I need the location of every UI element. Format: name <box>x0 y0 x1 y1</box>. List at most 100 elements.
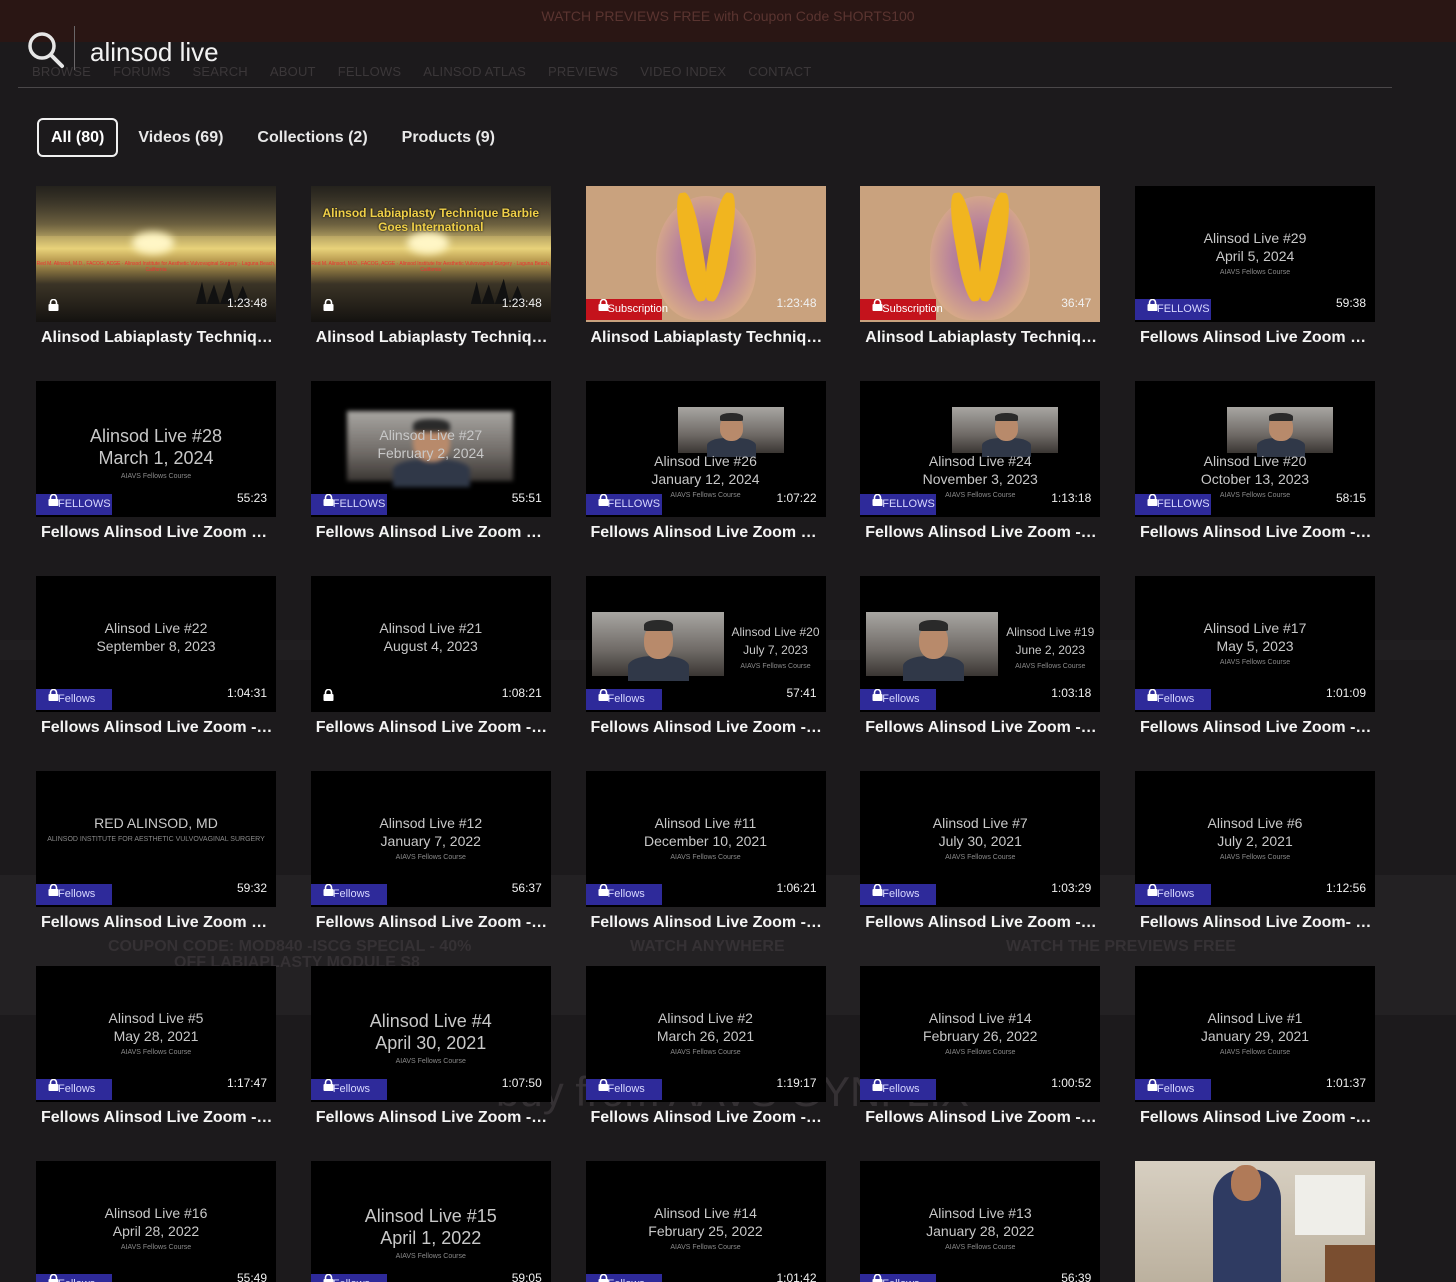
video-card[interactable]: Alinsod Live #26 January 12, 2024 AIAVS Fe… <box>585 381 826 541</box>
video-thumbnail[interactable]: Alinsod Live #14 February 25, 2022 AIAVS F… <box>585 1161 826 1282</box>
video-card[interactable]: Alinsod Live #13 January 28, 2022 AIAVS Fe… <box>860 1161 1101 1282</box>
video-thumbnail[interactable] <box>1135 1161 1375 1282</box>
video-title[interactable]: Fellows Alinsod Live Zoom - ... <box>41 719 273 737</box>
video-card[interactable]: Red M. Alinsod, M.D., FACOG, ACGE · Alin… <box>36 186 276 346</box>
video-title[interactable]: Alinsod Labiaplasty Techniqu... <box>865 329 1097 347</box>
video-card[interactable]: Subscription 1:23:48 Alinsod Labiaplasty T… <box>585 186 826 346</box>
video-title[interactable]: Fellows Alinsod Live Zoom - ... <box>316 914 548 932</box>
video-title[interactable]: Fellows Alinsod Live Zoom #... <box>591 524 823 542</box>
video-card[interactable]: Alinsod Live #17 May 5, 2023 AIAVS Fellows… <box>1135 576 1375 736</box>
video-thumbnail[interactable]: Alinsod Live #1 January 29, 2021 AIAVS Fel… <box>1135 966 1375 1102</box>
video-thumbnail[interactable]: Alinsod Live #17 May 5, 2023 AIAVS Fellows… <box>1135 576 1375 712</box>
video-thumbnail[interactable]: Alinsod Live #24 November 3, 2023 AIAVS Fe… <box>860 381 1101 517</box>
video-card[interactable]: Alinsod Live #21 August 4, 2023 1:08:21 Fel… <box>310 576 551 736</box>
video-title[interactable]: Fellows Alinsod Live Zoom - ... <box>865 524 1097 542</box>
video-card[interactable]: Alinsod Live #19 June 2, 2023 AIAVS Fellow… <box>860 576 1101 736</box>
video-title[interactable]: Fellows Alinsod Live Zoom - ... <box>591 914 823 932</box>
video-duration: 58:15 <box>1335 491 1366 505</box>
video-thumbnail[interactable]: Alinsod Live #6 July 2, 2021 AIAVS Fellows… <box>1135 771 1375 907</box>
video-card[interactable]: Alinsod Live #28 March 1, 2024 AIAVS Fello… <box>36 381 276 541</box>
video-title[interactable]: Alinsod Labiaplasty Techniqu... <box>316 329 548 347</box>
thumbnail-date: April 1, 2022 <box>380 1228 482 1248</box>
video-title[interactable]: Fellows Alinsod Live Zoom #... <box>41 914 273 932</box>
video-card[interactable]: Alinsod Live #14 February 26, 2022 AIAVS F… <box>860 966 1101 1126</box>
video-thumbnail[interactable]: Subscription 36:47 <box>860 186 1101 322</box>
video-title[interactable]: Fellows Alinsod Live Zoom - ... <box>591 1109 823 1127</box>
thumbnail-title: Alinsod Live #21 <box>379 620 483 636</box>
video-thumbnail[interactable]: Alinsod Live #20 July 7, 2023 AIAVS Fellow… <box>585 576 826 712</box>
video-title[interactable]: Fellows Alinsod Live Zoom - ... <box>591 719 823 737</box>
video-thumbnail[interactable]: Alinsod Live #22 September 8, 2023 Fellows… <box>36 576 276 712</box>
video-thumbnail[interactable]: Alinsod Live #19 June 2, 2023 AIAVS Fellow… <box>860 576 1101 712</box>
video-card[interactable]: Alinsod Live #7 July 30, 2021 AIAVS Fellow… <box>860 771 1101 931</box>
video-card[interactable]: Red M. Alinsod, M.D., FACOG, ACGE · Alin… <box>310 186 551 346</box>
video-thumbnail[interactable]: Alinsod Live #12 January 7, 2022 AIAVS Fel… <box>310 771 551 907</box>
thumbnail-text: Alinsod Live #12 January 7, 2022 AIAVS Fel… <box>311 815 551 861</box>
video-thumbnail[interactable]: Alinsod Live #27 February 2, 2024 FELLOWS 5… <box>310 381 551 517</box>
video-card[interactable]: Alinsod Live #1 January 29, 2021 AIAVS Fel… <box>1135 966 1375 1126</box>
video-card[interactable]: Alinsod Live #15 April 1, 2022 AIAVS Fello… <box>310 1161 551 1282</box>
video-title[interactable]: Fellows Alinsod Live Zoom #... <box>1140 329 1372 347</box>
video-card[interactable]: Alinsod Live #12 January 7, 2022 AIAVS Fel… <box>310 771 551 931</box>
thumbnail-title: Alinsod Live #1 <box>1207 1010 1303 1026</box>
lock-icon <box>872 298 883 311</box>
video-thumbnail[interactable]: RED ALINSOD, MD ALINSOD INSTITUTE FOR AES… <box>36 771 276 907</box>
tab-videos[interactable]: Videos (69) <box>124 118 237 157</box>
video-card[interactable]: Alinsod Live #29 April 5, 2024 AIAVS Fello… <box>1135 186 1375 346</box>
thumbnail-subtitle: AIAVS Fellows Course <box>1219 854 1291 861</box>
video-card[interactable] <box>1135 1161 1375 1282</box>
video-title[interactable]: Fellows Alinsod Live Zoom- J... <box>1140 914 1372 932</box>
video-title[interactable]: Fellows Alinsod Live Zoom - ... <box>1140 1109 1372 1127</box>
video-thumbnail[interactable]: Alinsod Live #2 March 26, 2021 AIAVS Fello… <box>585 966 826 1102</box>
video-thumbnail[interactable]: Subscription 1:23:48 <box>585 186 826 322</box>
tab-all[interactable]: All (80) <box>37 118 119 157</box>
video-thumbnail[interactable]: Alinsod Live #28 March 1, 2024 AIAVS Fello… <box>36 381 276 517</box>
video-thumbnail[interactable]: Alinsod Live #14 February 26, 2022 AIAVS F… <box>860 966 1101 1102</box>
video-card[interactable]: Alinsod Live #22 September 8, 2023 Fellows… <box>36 576 276 736</box>
video-thumbnail[interactable]: Alinsod Live #20 October 13, 2023 AIAVS Fe… <box>1135 381 1375 517</box>
video-title[interactable]: Fellows Alinsod Live Zoom #... <box>41 524 273 542</box>
video-card[interactable]: Alinsod Live #5 May 28, 2021 AIAVS Fellows… <box>36 966 276 1126</box>
video-thumbnail[interactable]: Alinsod Live #4 April 30, 2021 AIAVS Fello… <box>310 966 551 1102</box>
video-thumbnail[interactable]: Alinsod Live #15 April 1, 2022 AIAVS Fello… <box>310 1161 551 1282</box>
video-thumbnail[interactable]: Alinsod Live #7 July 30, 2021 AIAVS Fellow… <box>860 771 1101 907</box>
video-title[interactable]: Fellows Alinsod Live Zoom - ... <box>1140 524 1372 542</box>
video-title[interactable]: Fellows Alinsod Live Zoom - ... <box>865 719 1097 737</box>
video-card[interactable]: Alinsod Live #2 March 26, 2021 AIAVS Fello… <box>585 966 826 1126</box>
video-thumbnail[interactable]: Red M. Alinsod, M.D., FACOG, ACGE · Alin… <box>36 186 276 322</box>
video-title[interactable]: Alinsod Labiaplasty Techniqu... <box>41 329 273 347</box>
video-title[interactable]: Fellows Alinsod Live Zoom - ... <box>865 1109 1097 1127</box>
video-title[interactable]: Fellows Alinsod Live Zoom - ... <box>1140 719 1372 737</box>
video-title[interactable]: Fellows Alinsod Live Zoom #... <box>316 524 548 542</box>
video-card[interactable]: Alinsod Live #6 July 2, 2021 AIAVS Fellows… <box>1135 771 1375 931</box>
video-thumbnail[interactable]: Alinsod Live #26 January 12, 2024 AIAVS Fe… <box>585 381 826 517</box>
video-thumbnail[interactable]: Alinsod Live #13 January 28, 2022 AIAVS Fe… <box>860 1161 1101 1282</box>
video-title[interactable]: Fellows Alinsod Live Zoom - ... <box>865 914 1097 932</box>
video-title[interactable]: Fellows Alinsod Live Zoom - ... <box>316 1109 548 1127</box>
video-thumbnail[interactable]: Alinsod Live #11 December 10, 2021 AIAVS F… <box>585 771 826 907</box>
video-title[interactable]: Alinsod Labiaplasty Techniqu... <box>591 329 823 347</box>
video-card[interactable]: Alinsod Live #27 February 2, 2024 FELLOWS 5… <box>310 381 551 541</box>
video-duration: 59:05 <box>511 1271 542 1282</box>
video-card[interactable]: Alinsod Live #20 October 13, 2023 AIAVS Fe… <box>1135 381 1375 541</box>
video-card[interactable]: Alinsod Live #20 July 7, 2023 AIAVS Fellow… <box>585 576 826 736</box>
tab-collections[interactable]: Collections (2) <box>243 118 381 157</box>
video-card[interactable]: Alinsod Live #11 December 10, 2021 AIAVS F… <box>585 771 826 931</box>
video-card[interactable]: Alinsod Live #16 April 28, 2022 AIAVS Fell… <box>36 1161 276 1282</box>
video-thumbnail[interactable]: Alinsod Live #21 August 4, 2023 1:08:21 <box>310 576 551 712</box>
video-title[interactable]: Fellows Alinsod Live Zoom - ... <box>316 719 548 737</box>
video-thumbnail[interactable]: Alinsod Live #16 April 28, 2022 AIAVS Fell… <box>36 1161 276 1282</box>
video-card[interactable]: Alinsod Live #24 November 3, 2023 AIAVS Fe… <box>860 381 1101 541</box>
video-title[interactable]: Fellows Alinsod Live Zoom - ... <box>41 1109 273 1127</box>
video-card[interactable]: Alinsod Live #14 February 25, 2022 AIAVS F… <box>585 1161 826 1282</box>
video-card[interactable]: Subscription 36:47 Alinsod Labiaplasty Tec… <box>860 186 1101 346</box>
video-thumbnail[interactable]: Red M. Alinsod, M.D., FACOG, ACGE · Alin… <box>310 186 551 322</box>
thumbnail-text: Alinsod Live #19 June 2, 2023 AIAVS Fellow… <box>1000 624 1100 670</box>
video-card[interactable]: RED ALINSOD, MD ALINSOD INSTITUTE FOR AES… <box>36 771 276 931</box>
search-icon[interactable] <box>26 30 66 70</box>
video-thumbnail[interactable]: Alinsod Live #5 May 28, 2021 AIAVS Fellows… <box>36 966 276 1102</box>
video-thumbnail[interactable]: Alinsod Live #29 April 5, 2024 AIAVS Fello… <box>1135 186 1375 322</box>
search-input[interactable] <box>90 32 990 72</box>
video-card[interactable]: Alinsod Live #4 April 30, 2021 AIAVS Fello… <box>310 966 551 1126</box>
tab-products[interactable]: Products (9) <box>388 118 509 157</box>
